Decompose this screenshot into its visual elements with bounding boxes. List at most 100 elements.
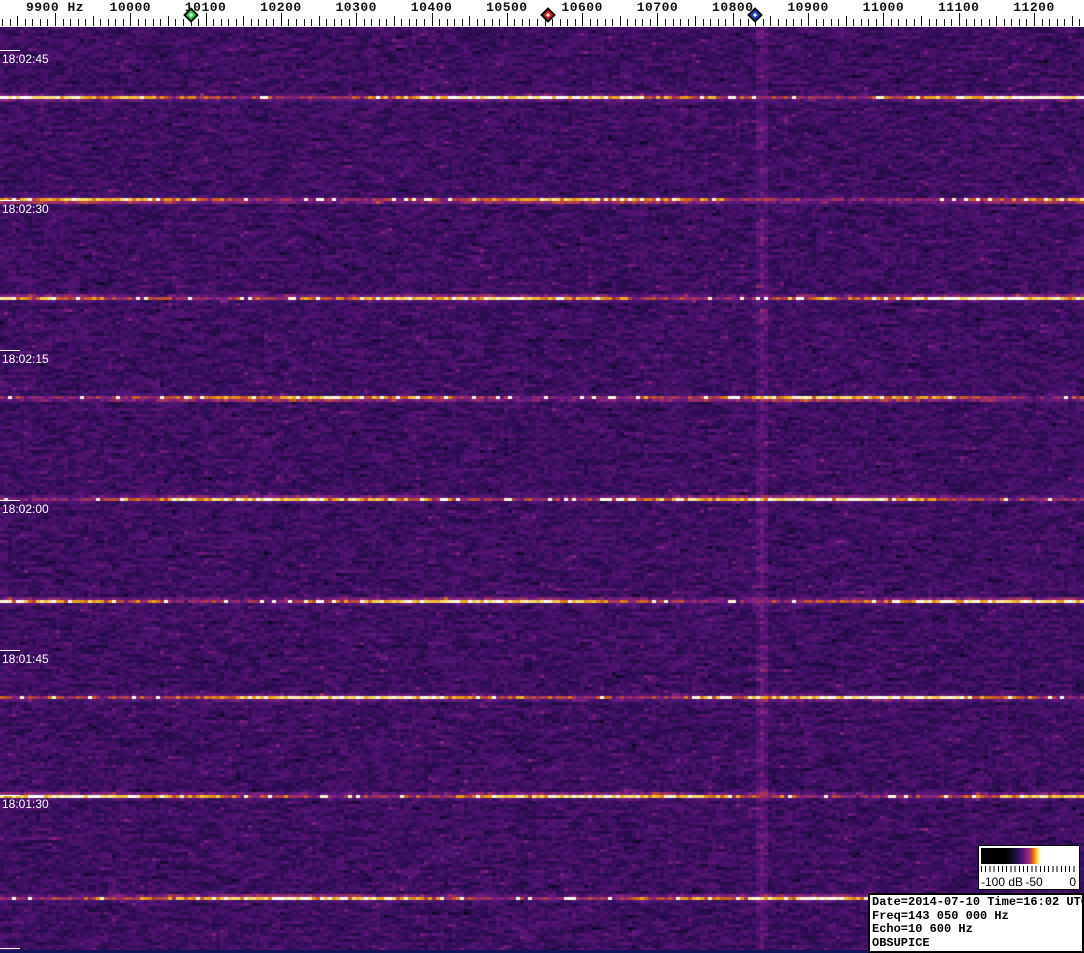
freq-tick bbox=[115, 19, 116, 26]
freq-tick bbox=[492, 19, 493, 26]
freq-tick bbox=[951, 19, 952, 26]
freq-tick bbox=[529, 19, 530, 26]
info-station: OBSUPICE bbox=[872, 935, 930, 950]
info-echo: Echo=10 600 Hz bbox=[872, 922, 973, 936]
time-label: 18:02:15 bbox=[2, 352, 49, 366]
freq-tick bbox=[168, 16, 169, 26]
db-label-min: -100 dB bbox=[981, 875, 1024, 889]
color-scale-panel: -100 dB -50 0 bbox=[978, 845, 1080, 890]
freq-tick bbox=[898, 19, 899, 26]
freq-tick bbox=[273, 19, 274, 26]
freq-axis-label: 10500 bbox=[486, 0, 528, 15]
freq-tick bbox=[567, 19, 568, 26]
freq-tick bbox=[763, 19, 764, 26]
freq-axis-label: 11000 bbox=[862, 0, 905, 15]
freq-tick bbox=[831, 19, 832, 26]
freq-tick bbox=[108, 19, 109, 26]
info-frequency: Freq=143 050 000 Hz bbox=[872, 908, 1009, 923]
freq-tick bbox=[25, 19, 26, 26]
red-marker-diamond-icon[interactable] bbox=[540, 7, 557, 23]
freq-axis-label: 10700 bbox=[636, 0, 679, 15]
spectrogram-app-window: 9900 Hz 10000 10100 10200 10300 10400 10500 106… bbox=[0, 0, 1084, 953]
time-tick bbox=[0, 500, 20, 501]
freq-tick bbox=[221, 19, 222, 26]
freq-tick bbox=[364, 19, 365, 26]
time-label: 18:01:45 bbox=[2, 652, 49, 666]
freq-tick bbox=[334, 19, 335, 26]
time-tick bbox=[0, 948, 20, 949]
freq-tick bbox=[974, 19, 975, 26]
freq-tick bbox=[447, 19, 448, 26]
freq-tick bbox=[153, 19, 154, 26]
freq-tick bbox=[914, 19, 915, 26]
freq-tick bbox=[966, 19, 967, 26]
freq-tick bbox=[1079, 19, 1080, 26]
freq-tick bbox=[326, 19, 327, 26]
freq-tick bbox=[989, 19, 990, 26]
freq-tick bbox=[78, 19, 79, 26]
spectrogram-waterfall-display bbox=[0, 27, 1084, 950]
freq-tick bbox=[748, 19, 749, 26]
freq-tick bbox=[823, 19, 824, 26]
freq-tick bbox=[484, 19, 485, 26]
freq-tick bbox=[891, 19, 892, 26]
freq-tick bbox=[160, 19, 161, 26]
freq-axis-label: 10800 bbox=[712, 0, 754, 15]
freq-tick bbox=[401, 19, 402, 26]
freq-tick bbox=[251, 19, 252, 26]
freq-tick bbox=[936, 19, 937, 26]
freq-tick bbox=[386, 19, 387, 26]
freq-tick bbox=[2, 19, 3, 26]
time-tick bbox=[0, 50, 20, 51]
freq-tick bbox=[424, 19, 425, 26]
freq-tick bbox=[469, 16, 470, 26]
freq-tick bbox=[123, 19, 124, 26]
freq-tick bbox=[868, 19, 869, 26]
freq-tick bbox=[1004, 19, 1005, 26]
freq-tick bbox=[560, 19, 561, 26]
freq-tick bbox=[32, 19, 33, 26]
freq-tick bbox=[801, 19, 802, 26]
freq-tick bbox=[929, 19, 930, 26]
freq-tick bbox=[17, 16, 18, 26]
freq-tick bbox=[341, 19, 342, 26]
freq-axis-label: 11200 bbox=[1013, 0, 1055, 15]
time-label: 18:02:30 bbox=[2, 202, 49, 216]
freq-tick bbox=[100, 19, 101, 26]
time-label: 18:02:00 bbox=[2, 502, 49, 516]
freq-tick bbox=[70, 19, 71, 26]
freq-tick bbox=[695, 16, 696, 26]
freq-tick bbox=[981, 19, 982, 26]
freq-tick bbox=[1064, 19, 1065, 26]
freq-tick bbox=[85, 19, 86, 26]
freq-tick bbox=[228, 19, 229, 26]
freq-tick bbox=[371, 19, 372, 26]
freq-tick bbox=[876, 19, 877, 26]
freq-axis-label: 10400 bbox=[410, 0, 453, 15]
freq-tick bbox=[650, 19, 651, 26]
freq-tick bbox=[1011, 19, 1012, 26]
freq-tick bbox=[635, 19, 636, 26]
freq-tick bbox=[740, 19, 741, 26]
freq-tick bbox=[138, 19, 139, 26]
freq-tick bbox=[725, 19, 726, 26]
freq-tick bbox=[514, 19, 515, 26]
freq-axis-label: 10600 bbox=[561, 0, 603, 15]
freq-tick bbox=[439, 19, 440, 26]
frequency-axis-ruler: 9900 Hz 10000 10100 10200 10300 10400 10500 106… bbox=[0, 0, 1084, 27]
db-label-mid: -50 bbox=[1025, 875, 1043, 889]
freq-tick bbox=[40, 19, 41, 26]
freq-tick bbox=[93, 16, 94, 26]
freq-tick bbox=[63, 19, 64, 26]
observation-info-box: Date=2014-07-10 Time=16:02 UTC Freq=143 … bbox=[868, 893, 1084, 953]
freq-tick bbox=[816, 19, 817, 26]
freq-tick bbox=[47, 19, 48, 26]
blue-marker-core bbox=[753, 12, 758, 18]
freq-tick bbox=[710, 19, 711, 26]
freq-tick bbox=[213, 19, 214, 26]
freq-tick bbox=[680, 19, 681, 26]
freq-tick bbox=[597, 19, 598, 26]
freq-tick bbox=[944, 19, 945, 26]
freq-axis-label: 9900 Hz bbox=[25, 0, 85, 15]
freq-tick bbox=[462, 19, 463, 26]
